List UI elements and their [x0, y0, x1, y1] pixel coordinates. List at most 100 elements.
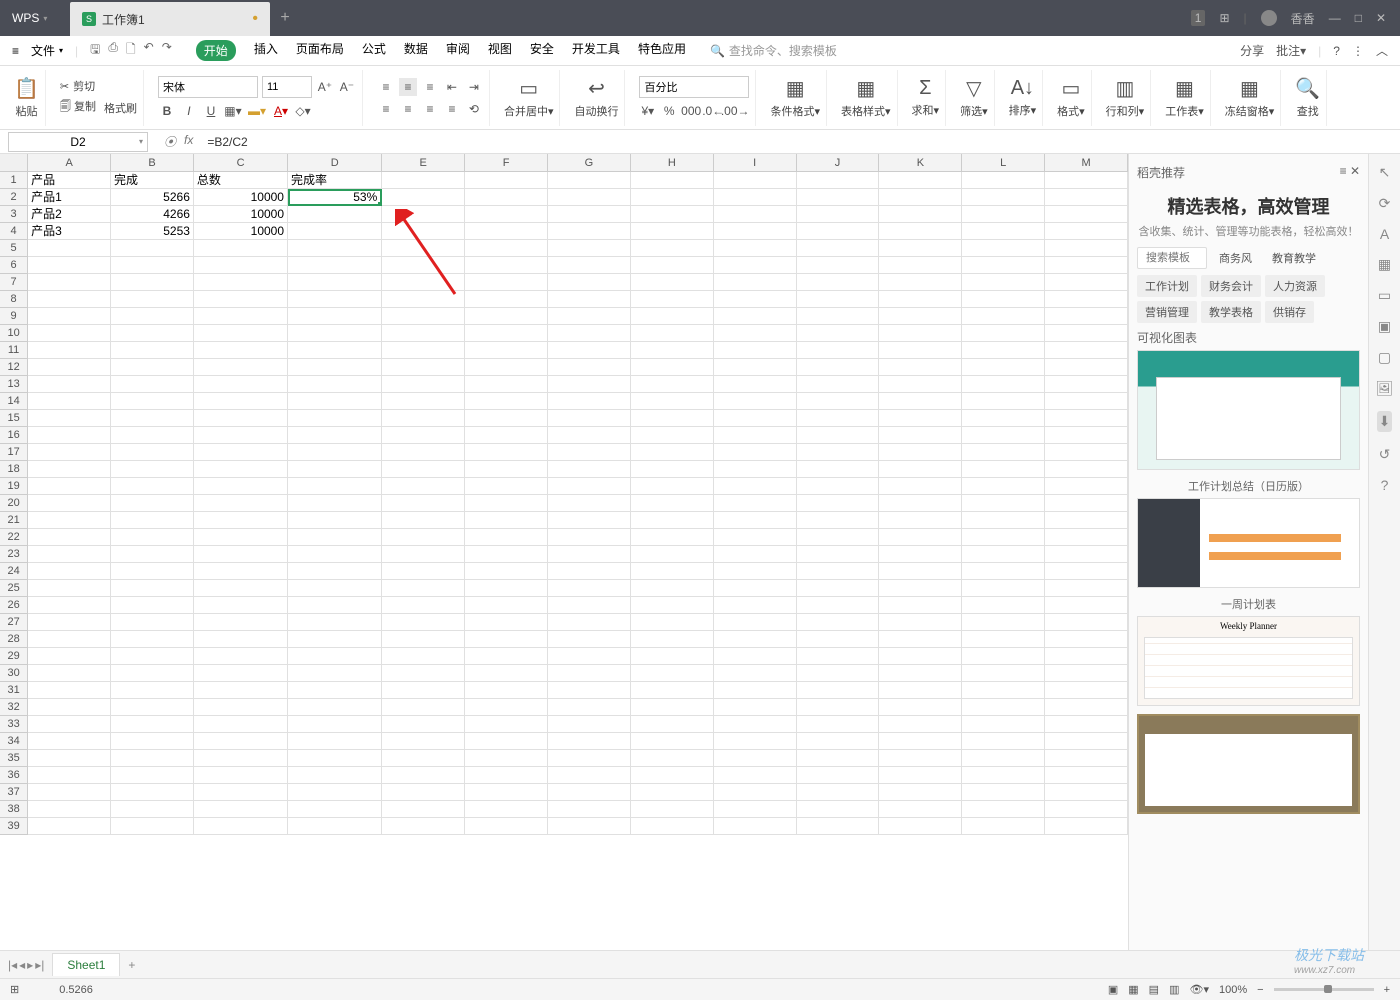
row-header[interactable]: 20	[0, 495, 28, 512]
cell[interactable]	[288, 206, 382, 223]
cell[interactable]	[714, 784, 797, 801]
tag-button[interactable]: 人力资源	[1265, 275, 1325, 297]
cell[interactable]	[797, 172, 880, 189]
cell[interactable]	[382, 240, 465, 257]
copy-button[interactable]: 🗐 复制	[60, 98, 96, 117]
cell[interactable]	[111, 580, 194, 597]
row-header[interactable]: 30	[0, 665, 28, 682]
cell[interactable]	[631, 308, 714, 325]
cell[interactable]	[548, 359, 631, 376]
cell[interactable]	[797, 427, 880, 444]
maximize-icon[interactable]: □	[1355, 11, 1362, 25]
cell[interactable]	[465, 325, 548, 342]
tab-view[interactable]: 视图	[488, 40, 512, 61]
cell[interactable]	[879, 325, 962, 342]
cell[interactable]	[194, 393, 288, 410]
cell[interactable]	[797, 359, 880, 376]
cell[interactable]	[631, 580, 714, 597]
tag-button[interactable]: 营销管理	[1137, 301, 1197, 323]
help-rail-icon[interactable]: ?	[1381, 477, 1389, 493]
help-icon[interactable]: ?	[1333, 44, 1340, 58]
cell[interactable]	[631, 784, 714, 801]
cell[interactable]	[1045, 376, 1128, 393]
cell[interactable]	[288, 665, 382, 682]
cell[interactable]	[631, 376, 714, 393]
cell[interactable]	[28, 342, 111, 359]
redo-icon[interactable]: ↷	[162, 40, 172, 61]
cell[interactable]	[28, 359, 111, 376]
cell[interactable]	[111, 546, 194, 563]
cell[interactable]	[382, 529, 465, 546]
cell[interactable]	[288, 818, 382, 835]
cell[interactable]	[28, 478, 111, 495]
cell[interactable]	[1045, 257, 1128, 274]
col-header[interactable]: B	[111, 154, 194, 172]
cell[interactable]	[962, 631, 1045, 648]
active-cell[interactable]: 53%	[288, 189, 382, 206]
cell[interactable]	[879, 699, 962, 716]
align-center-icon[interactable]: ≡	[399, 100, 417, 118]
hamburger-icon[interactable]: ≡	[12, 44, 19, 58]
cell[interactable]	[962, 597, 1045, 614]
cell[interactable]	[194, 767, 288, 784]
cell[interactable]	[288, 682, 382, 699]
notif-badge[interactable]: 1	[1191, 10, 1206, 26]
cell[interactable]	[111, 733, 194, 750]
cell[interactable]	[28, 648, 111, 665]
cell[interactable]	[962, 410, 1045, 427]
cell[interactable]	[714, 563, 797, 580]
cell[interactable]	[288, 614, 382, 631]
cell[interactable]	[879, 512, 962, 529]
cell[interactable]	[714, 444, 797, 461]
cell[interactable]	[962, 495, 1045, 512]
cell[interactable]	[879, 597, 962, 614]
cell[interactable]	[631, 665, 714, 682]
cell[interactable]	[962, 784, 1045, 801]
cell[interactable]	[382, 733, 465, 750]
more-icon[interactable]: ⋮	[1352, 44, 1364, 58]
cell[interactable]	[631, 223, 714, 240]
cell[interactable]	[194, 614, 288, 631]
cell[interactable]	[714, 512, 797, 529]
cell[interactable]	[288, 563, 382, 580]
cell[interactable]	[631, 172, 714, 189]
col-header[interactable]: A	[28, 154, 111, 172]
cell[interactable]	[465, 478, 548, 495]
template-thumb[interactable]	[1137, 498, 1360, 588]
zoom-value[interactable]: 100%	[1219, 984, 1247, 996]
cell[interactable]	[714, 529, 797, 546]
cell[interactable]	[548, 716, 631, 733]
cell[interactable]	[382, 512, 465, 529]
rowcol-button[interactable]: ▥行和列▾	[1100, 70, 1152, 126]
cell[interactable]: 5266	[111, 189, 194, 206]
cell[interactable]	[382, 563, 465, 580]
cell[interactable]	[879, 563, 962, 580]
cell[interactable]	[28, 240, 111, 257]
cell[interactable]	[548, 665, 631, 682]
cell[interactable]	[962, 223, 1045, 240]
wrap-button[interactable]: ↩ 自动换行	[568, 70, 625, 126]
cell[interactable]	[111, 512, 194, 529]
apps-icon[interactable]: ⊞	[1219, 11, 1229, 25]
cell[interactable]	[194, 427, 288, 444]
cell[interactable]	[465, 308, 548, 325]
cell[interactable]	[879, 478, 962, 495]
cell[interactable]	[382, 376, 465, 393]
cell[interactable]	[194, 512, 288, 529]
cell[interactable]	[797, 342, 880, 359]
cell[interactable]	[797, 189, 880, 206]
row-header[interactable]: 21	[0, 512, 28, 529]
cell[interactable]	[28, 580, 111, 597]
align-top-icon[interactable]: ≡	[377, 78, 395, 96]
cell[interactable]	[879, 631, 962, 648]
cell[interactable]	[288, 580, 382, 597]
cell[interactable]	[797, 597, 880, 614]
cell[interactable]	[631, 750, 714, 767]
cell[interactable]	[962, 546, 1045, 563]
select-all-corner[interactable]	[0, 154, 28, 172]
cell[interactable]	[382, 495, 465, 512]
align-left-icon[interactable]: ≡	[377, 100, 395, 118]
cell[interactable]	[548, 818, 631, 835]
cell[interactable]	[288, 648, 382, 665]
cell[interactable]	[288, 393, 382, 410]
